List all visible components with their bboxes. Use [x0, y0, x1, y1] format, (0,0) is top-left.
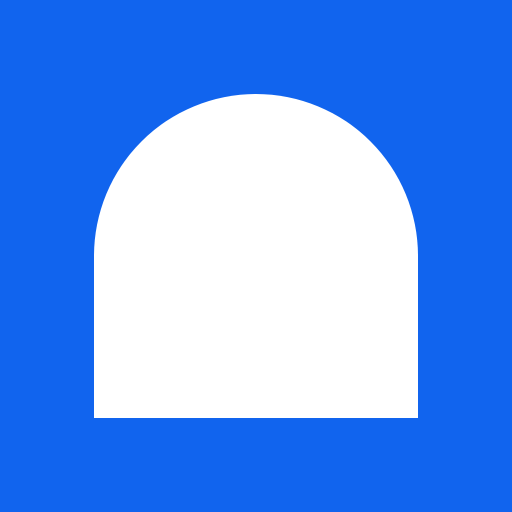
app-icon-canvas	[0, 0, 512, 512]
app-icon	[0, 0, 512, 512]
arch-icon	[94, 94, 418, 418]
